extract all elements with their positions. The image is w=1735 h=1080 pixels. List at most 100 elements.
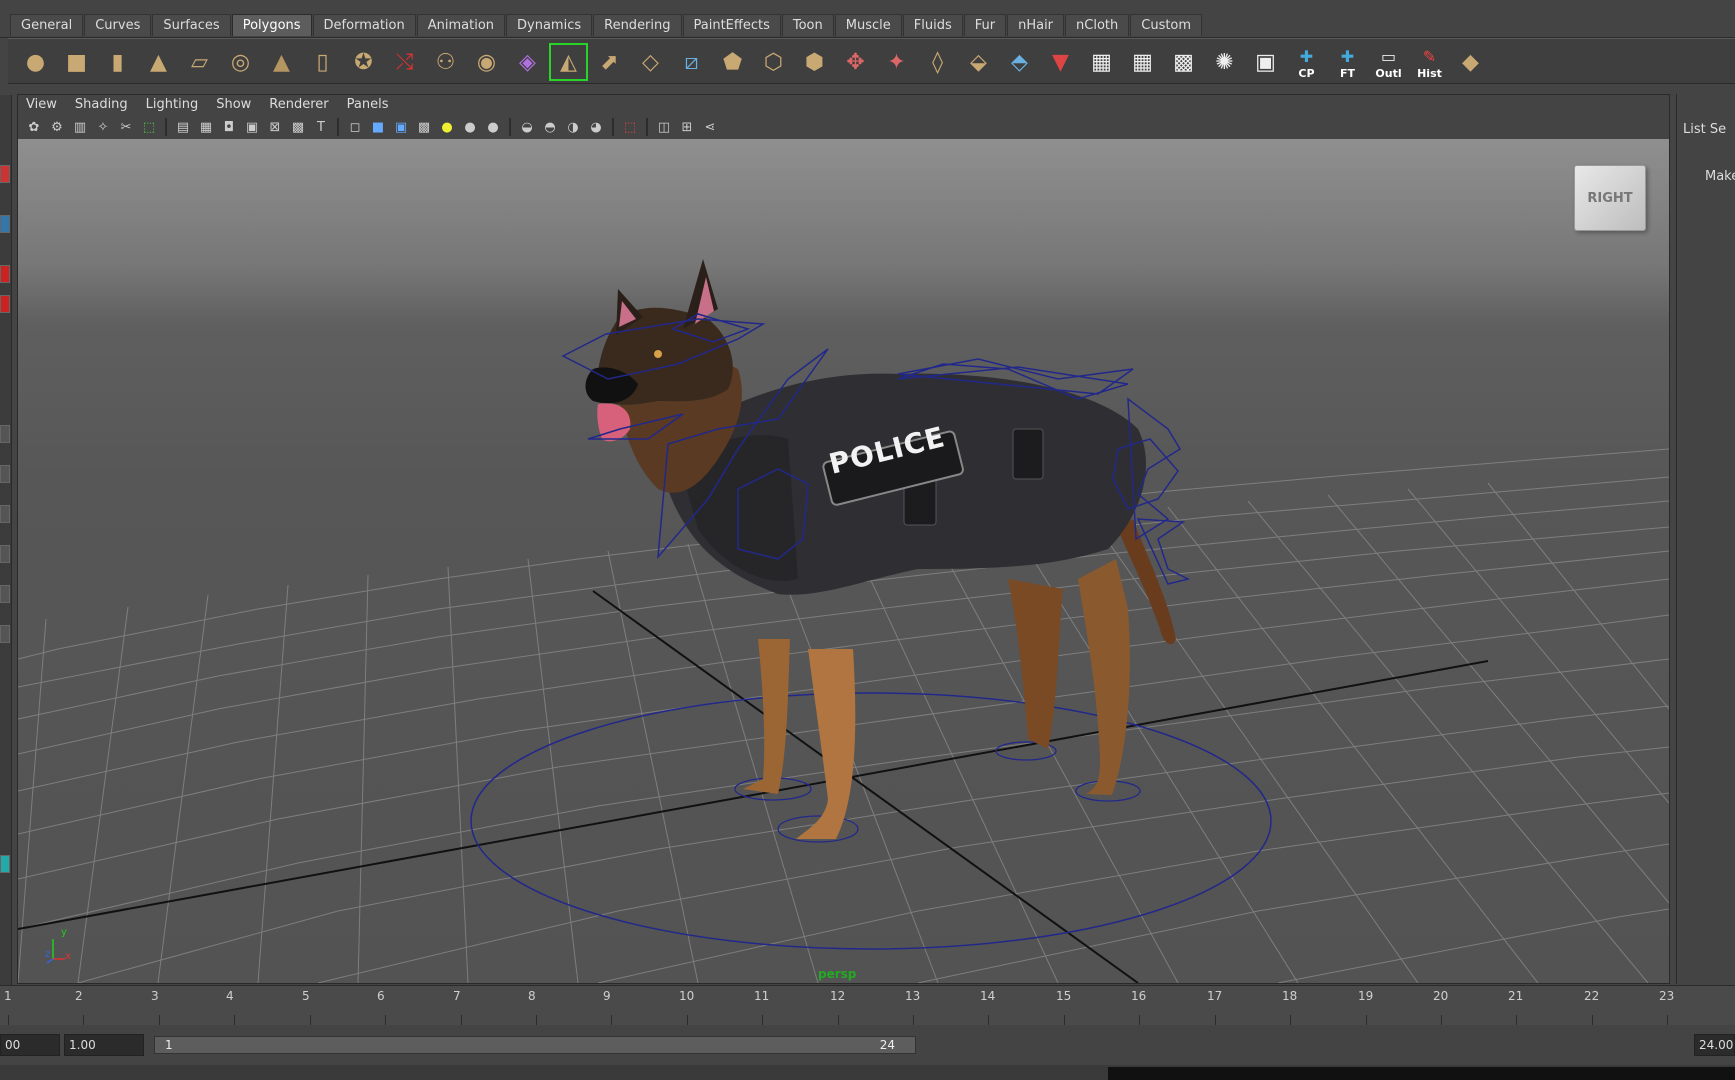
- safe-title-icon[interactable]: T: [311, 118, 331, 136]
- film-gate-icon[interactable]: ▦: [196, 118, 216, 136]
- view-cube[interactable]: RIGHT: [1574, 165, 1646, 231]
- wireframe-on-shaded-icon[interactable]: ▣: [391, 118, 411, 136]
- range-bar[interactable]: 1 24: [154, 1036, 916, 1054]
- start-time-field[interactable]: 1.00: [64, 1034, 144, 1056]
- poly-cylinder-icon[interactable]: ▮: [98, 43, 137, 81]
- layout-hypershade-icon[interactable]: [0, 585, 10, 603]
- two-d-pan-zoom-icon[interactable]: ✂: [116, 118, 136, 136]
- uv-snapshot-icon[interactable]: ▦: [1123, 43, 1162, 81]
- shelf-tab-general[interactable]: General: [10, 14, 84, 36]
- shelf-tab-rendering[interactable]: Rendering: [593, 14, 682, 36]
- gate-mask-icon[interactable]: ▣: [242, 118, 262, 136]
- smooth-icon[interactable]: ◉: [467, 43, 506, 81]
- panel-menu-view[interactable]: View: [26, 95, 57, 115]
- shelf-tab-toon[interactable]: Toon: [781, 14, 834, 36]
- bookmarks-icon[interactable]: ▥: [70, 118, 90, 136]
- time-slider[interactable]: 1 2 3 4 5 6 7 8 9 10 11 12 13 14 15 16 17 18 19 20 21 22 23: [0, 985, 1735, 1025]
- grid-icon[interactable]: ▤: [173, 118, 193, 136]
- layout-persp-outliner-icon[interactable]: [0, 505, 10, 523]
- wireframe-icon[interactable]: ◻: [345, 118, 365, 136]
- command-line[interactable]: [0, 1065, 1735, 1080]
- motion-blur-icon[interactable]: ◒: [517, 118, 537, 136]
- uv-smooth-icon[interactable]: ✺: [1205, 43, 1244, 81]
- custom-layout-icon[interactable]: [0, 855, 10, 873]
- mirror-geometry-icon[interactable]: ◈: [508, 43, 547, 81]
- field-chart-icon[interactable]: ⊠: [265, 118, 285, 136]
- shelf-tab-surfaces[interactable]: Surfaces: [152, 14, 231, 36]
- outliner-icon[interactable]: ▭ Outl: [1369, 43, 1408, 81]
- extrude-icon[interactable]: ⬡: [754, 43, 793, 81]
- poly-pyramid-icon[interactable]: ▲: [262, 43, 301, 81]
- panel-menu-renderer[interactable]: Renderer: [269, 95, 328, 115]
- depth-of-field-icon[interactable]: ◑: [563, 118, 583, 136]
- safe-action-icon[interactable]: ▩: [288, 118, 308, 136]
- isolate-select-icon[interactable]: ⬚: [620, 118, 640, 136]
- insert-edge-loop-icon[interactable]: ⧄: [672, 43, 711, 81]
- split-polygon-icon[interactable]: ◇: [631, 43, 670, 81]
- poly-pipe-icon[interactable]: ▯: [303, 43, 342, 81]
- shadows-icon[interactable]: ●: [460, 118, 480, 136]
- panel-menu-shading[interactable]: Shading: [75, 95, 128, 115]
- poly-cone-icon[interactable]: ▲: [139, 43, 178, 81]
- shelf-tab-custom[interactable]: Custom: [1130, 14, 1203, 36]
- panel-menu-lighting[interactable]: Lighting: [146, 95, 199, 115]
- planar-mapping-icon[interactable]: ▼: [1041, 43, 1080, 81]
- history-icon[interactable]: ✎ Hist: [1410, 43, 1449, 81]
- merge-vertices-icon[interactable]: ✥: [836, 43, 875, 81]
- layers-icon[interactable]: ◆: [1451, 43, 1490, 81]
- use-all-lights-icon[interactable]: ●: [437, 118, 457, 136]
- layout-outliner-icon[interactable]: [0, 625, 10, 643]
- end-time-field[interactable]: 24.00: [1694, 1034, 1735, 1056]
- uv-texture-editor-icon[interactable]: ▣: [1246, 43, 1285, 81]
- grease-pencil-icon[interactable]: ⬚: [139, 118, 159, 136]
- fill-hole-icon[interactable]: ◊: [918, 43, 957, 81]
- layout-persp-graph-icon[interactable]: [0, 545, 10, 563]
- append-polygon-icon[interactable]: ⬈: [590, 43, 629, 81]
- textured-icon[interactable]: ▩: [414, 118, 434, 136]
- right-panel-header[interactable]: List Se: [1683, 122, 1726, 137]
- create-polygon-tool-icon[interactable]: ◭: [549, 43, 588, 81]
- shelf-tab-muscle[interactable]: Muscle: [834, 14, 902, 36]
- poly-torus-icon[interactable]: ◎: [221, 43, 260, 81]
- combine-icon[interactable]: ⚇: [426, 43, 465, 81]
- image-plane-icon[interactable]: ✧: [93, 118, 113, 136]
- separate-icon[interactable]: ⤭: [385, 43, 424, 81]
- resolution-gate-icon[interactable]: ◘: [219, 118, 239, 136]
- shelf-tab-deformation[interactable]: Deformation: [312, 14, 416, 36]
- soccer-ball-icon[interactable]: ✪: [344, 43, 383, 81]
- screen-space-ao-icon[interactable]: ●: [483, 118, 503, 136]
- playback-start-field[interactable]: 00: [0, 1034, 60, 1056]
- shelf-tab-polygons[interactable]: Polygons: [231, 14, 312, 36]
- xray-icon[interactable]: ◫: [654, 118, 674, 136]
- center-pivot-icon[interactable]: ✚ CP: [1287, 43, 1326, 81]
- shelf-tab-ncloth[interactable]: nCloth: [1065, 14, 1130, 36]
- shelf-tab-animation[interactable]: Animation: [416, 14, 506, 36]
- select-tool-icon[interactable]: [0, 165, 10, 183]
- perspective-viewport[interactable]: POLICE RIGHT y z x persp: [18, 139, 1669, 983]
- shelf-tab-nhair[interactable]: nHair: [1007, 14, 1065, 36]
- offset-edge-loop-icon[interactable]: ⬟: [713, 43, 752, 81]
- shelf-tab-fur[interactable]: Fur: [963, 14, 1007, 36]
- anti-aliasing-icon[interactable]: ◓: [540, 118, 560, 136]
- shelf-tab-fluids[interactable]: Fluids: [902, 14, 963, 36]
- poly-sphere-icon[interactable]: ●: [16, 43, 55, 81]
- poly-cube-icon[interactable]: ■: [57, 43, 96, 81]
- camera-attributes-icon[interactable]: ⚙: [47, 118, 67, 136]
- high-quality-icon[interactable]: ◕: [586, 118, 606, 136]
- shelf-tab-painteffects[interactable]: PaintEffects: [682, 14, 781, 36]
- shelf-tab-dynamics[interactable]: Dynamics: [506, 14, 593, 36]
- layout-four-icon[interactable]: [0, 465, 10, 483]
- smooth-shade-icon[interactable]: ■: [368, 118, 388, 136]
- uv-move-icon[interactable]: ▩: [1164, 43, 1203, 81]
- poly-plane-icon[interactable]: ▱: [180, 43, 219, 81]
- freeze-transforms-icon[interactable]: ✚ FT: [1328, 43, 1367, 81]
- xray-joints-icon[interactable]: ⊞: [677, 118, 697, 136]
- share-icon[interactable]: ⋖: [700, 118, 720, 136]
- move-tool-icon[interactable]: [0, 265, 10, 283]
- panel-menu-show[interactable]: Show: [216, 95, 251, 115]
- bridge-icon[interactable]: ⬢: [795, 43, 834, 81]
- layout-single-icon[interactable]: [0, 425, 10, 443]
- sculpt-geometry-icon[interactable]: ⬙: [959, 43, 998, 81]
- rotate-tool-icon[interactable]: [0, 295, 10, 313]
- shelf-tab-curves[interactable]: Curves: [84, 14, 152, 36]
